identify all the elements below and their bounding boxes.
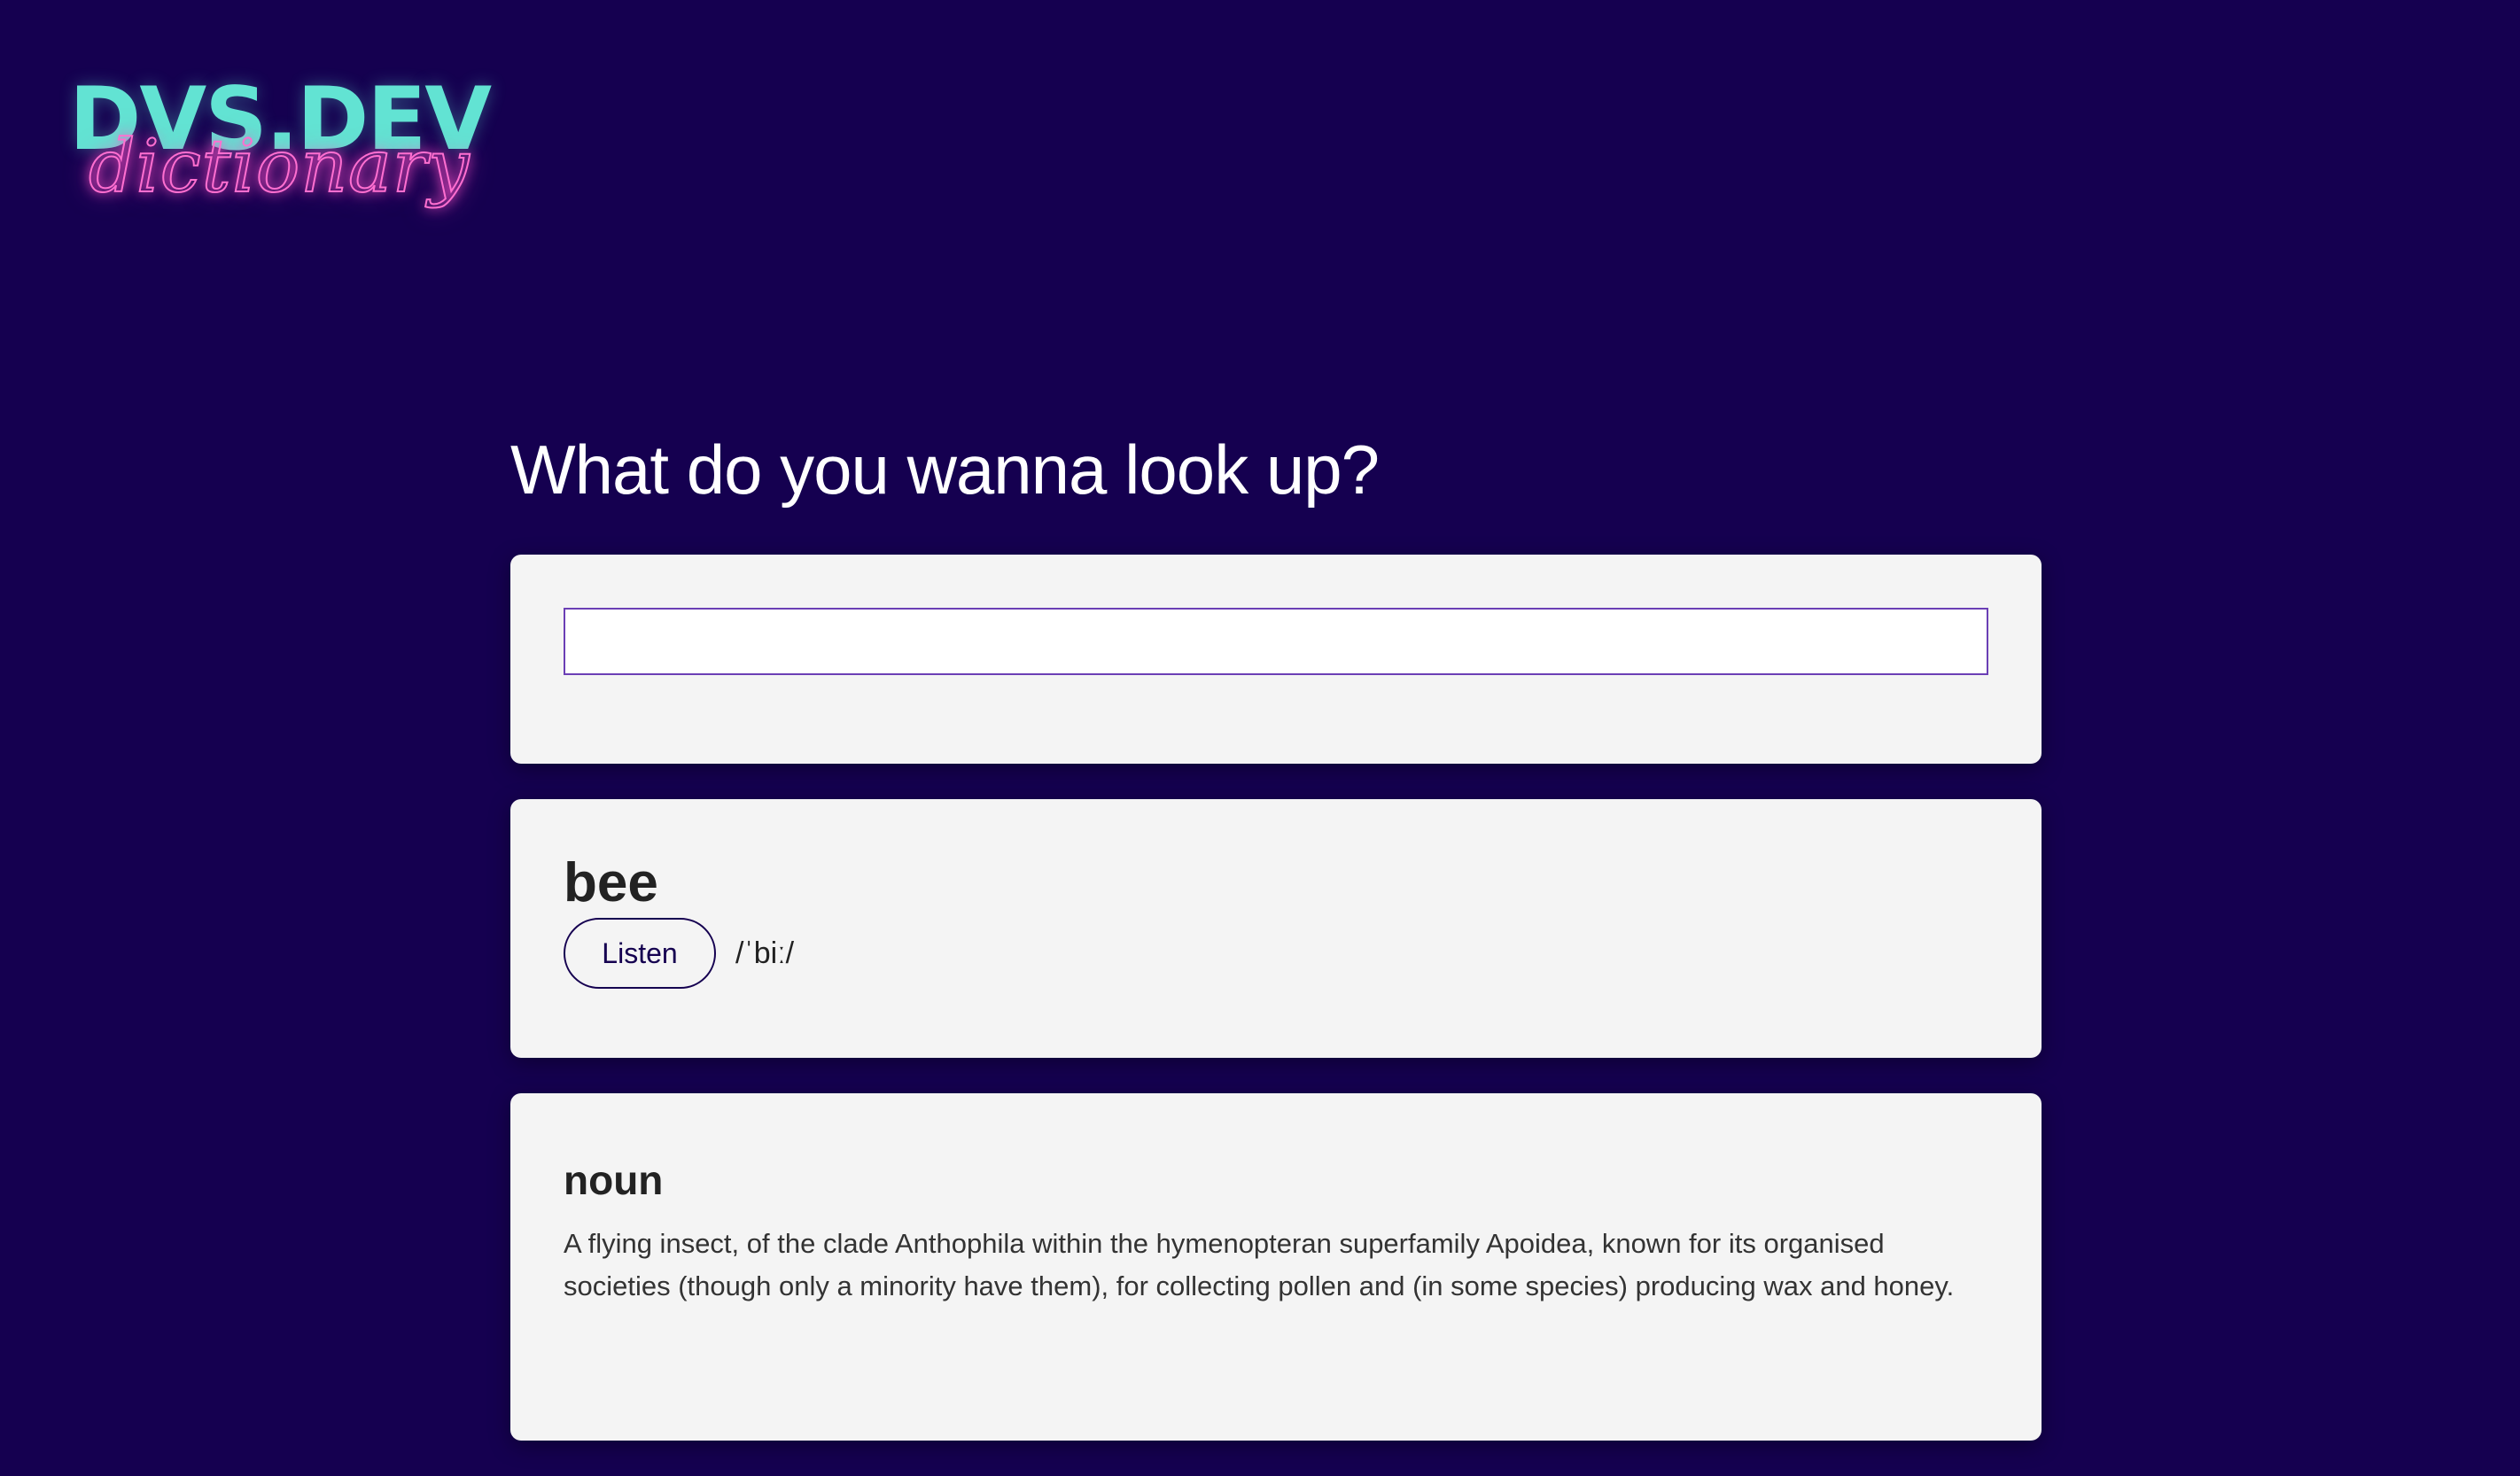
pronunciation-row: Listen /ˈbiː/ — [564, 918, 1988, 989]
site-logo[interactable]: DVS.DEV dictionary — [69, 76, 492, 236]
search-card — [510, 555, 2042, 764]
meaning-card: noun A flying insect, of the clade Antho… — [510, 1093, 2042, 1441]
definition-text: A flying insect, of the clade Anthophila… — [564, 1228, 1955, 1301]
search-input[interactable] — [564, 608, 1988, 675]
main-content: What do you wanna look up? bee Listen /ˈ… — [510, 423, 2042, 1476]
logo-script-text: dictionary — [88, 125, 471, 209]
page-title: What do you wanna look up? — [510, 431, 1380, 509]
part-of-speech: noun — [564, 1157, 664, 1203]
listen-button[interactable]: Listen — [564, 918, 716, 989]
word-card: bee Listen /ˈbiː/ — [510, 799, 2042, 1058]
phonetic-text: /ˈbiː/ — [735, 936, 795, 970]
word-heading: bee — [564, 852, 658, 913]
